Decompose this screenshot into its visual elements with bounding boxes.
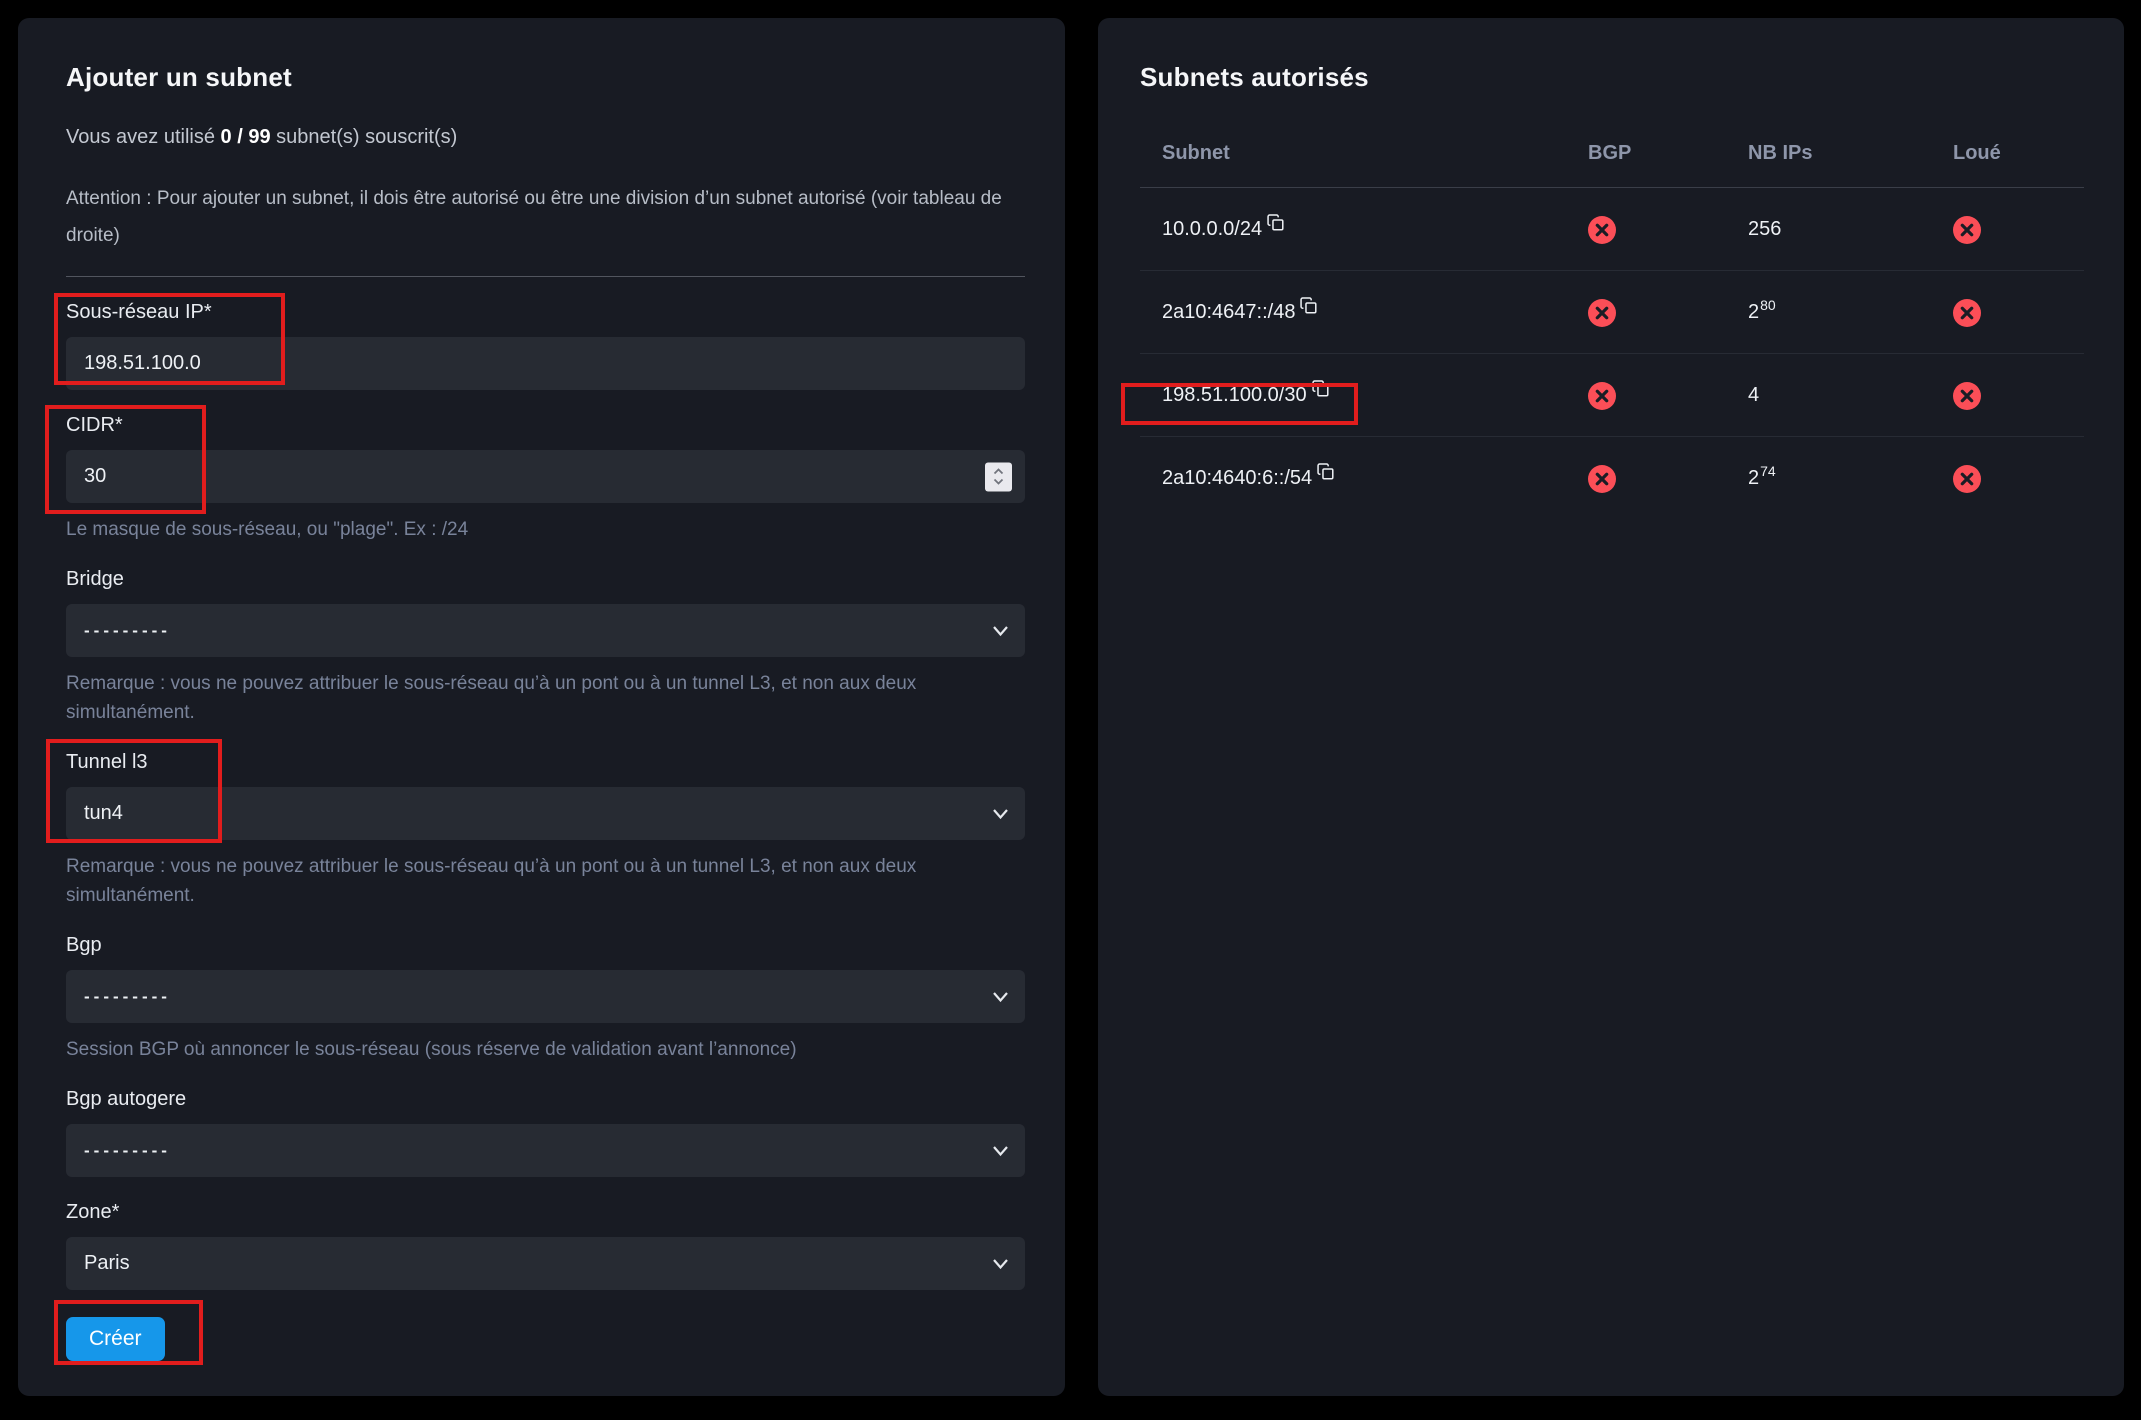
field-help: Remarque : vous ne pouvez attribuer le s… <box>66 852 1025 910</box>
table-row: 10.0.0.0/24 256 <box>1140 188 2084 271</box>
subnet-value: 2a10:4640:6::/54 <box>1162 463 1312 493</box>
text-input-wrap <box>66 337 1025 390</box>
column-header-subnet: Subnet <box>1140 92 1566 188</box>
field-label: CIDR* <box>66 412 1025 438</box>
bgp-denied-icon <box>1588 216 1616 244</box>
bgp-autogere-select[interactable]: --------- <box>66 1124 1025 1177</box>
select-value: tun4 <box>84 802 123 825</box>
field-help: Le masque de sous-réseau, ou "plage". Ex… <box>66 515 1025 544</box>
spinner-up-icon[interactable] <box>993 468 1004 476</box>
loue-denied-icon <box>1953 382 1981 410</box>
chevron-down-icon <box>992 808 1009 820</box>
authorized-subnets-title: Subnets autorisés <box>1140 62 2084 92</box>
authorized-subnets-panel: Subnets autorisés SubnetBGPNB IPsLoué 10… <box>1098 18 2124 1396</box>
bgp-denied-icon <box>1588 382 1616 410</box>
nb-ips-cell: 4 <box>1726 354 1931 437</box>
field-cidr: CIDR* Le masque de sous-réseau, ou "plag… <box>66 412 1025 544</box>
field-help: Remarque : vous ne pouvez attribuer le s… <box>66 669 1025 727</box>
usage-suffix: subnet(s) souscrit(s) <box>276 126 457 148</box>
bgp-denied-icon <box>1588 299 1616 327</box>
select-value: --------- <box>84 1141 171 1161</box>
nb-ips-cell: 280 <box>1726 271 1931 354</box>
cidr-number-input-wrap <box>66 450 1025 503</box>
chevron-down-icon <box>992 625 1009 637</box>
add-subnet-panel: Ajouter un subnet Vous avez utilisé 0 / … <box>18 18 1065 1396</box>
loue-denied-icon <box>1953 299 1981 327</box>
field-label: Bgp autogere <box>66 1086 1025 1112</box>
select-value: --------- <box>84 987 171 1007</box>
subnet-value: 10.0.0.0/24 <box>1162 214 1262 244</box>
nb-ips-cell: 274 <box>1726 437 1931 520</box>
loue-denied-icon <box>1953 216 1981 244</box>
column-header-bgp: BGP <box>1566 92 1726 188</box>
field-zone: Zone* Paris <box>66 1199 1025 1290</box>
tunnel-l3-select[interactable]: tun4 <box>66 787 1025 840</box>
field-label: Bgp <box>66 932 1025 958</box>
subnet-cell: 10.0.0.0/24 <box>1162 214 1285 244</box>
subnet-value: 2a10:4647::/48 <box>1162 297 1295 327</box>
copy-icon[interactable] <box>1311 379 1330 398</box>
subnet-value: 198.51.100.0/30 <box>1162 380 1307 410</box>
select-value: --------- <box>84 621 171 641</box>
authorized-subnets-table: SubnetBGPNB IPsLoué 10.0.0.0/24 256 <box>1140 92 2084 519</box>
bridge-select[interactable]: --------- <box>66 604 1025 657</box>
table-header-row: SubnetBGPNB IPsLoué <box>1140 92 2084 188</box>
subnet-cell: 2a10:4640:6::/54 <box>1162 463 1335 493</box>
field-bridge: Bridge --------- Remarque : vous ne pouv… <box>66 566 1025 727</box>
bgp-select[interactable]: --------- <box>66 970 1025 1023</box>
usage-count: 0 / 99 <box>221 126 271 148</box>
column-header-loué: Loué <box>1931 92 2084 188</box>
nb-ips-cell: 256 <box>1726 188 1931 271</box>
field-label: Tunnel l3 <box>66 749 1025 775</box>
table-row: 2a10:4647::/48 280 <box>1140 271 2084 354</box>
create-button[interactable]: Créer <box>66 1317 165 1361</box>
select-value: Paris <box>84 1252 130 1275</box>
subnet-cell: 2a10:4647::/48 <box>1162 297 1318 327</box>
field-bgp: Bgp --------- Session BGP où annoncer le… <box>66 932 1025 1064</box>
cidr-input[interactable] <box>66 450 1025 503</box>
warning-text: Attention : Pour ajouter un subnet, il d… <box>66 180 1025 254</box>
chevron-down-icon <box>992 1145 1009 1157</box>
field-label: Zone* <box>66 1199 1025 1225</box>
field-subnet-ip: Sous-réseau IP* <box>66 299 1025 390</box>
copy-icon[interactable] <box>1316 462 1335 481</box>
usage-prefix: Vous avez utilisé <box>66 126 215 148</box>
chevron-down-icon <box>992 1258 1009 1270</box>
table-row: 2a10:4640:6::/54 274 <box>1140 437 2084 520</box>
field-tunnel-l3: Tunnel l3 tun4 Remarque : vous ne pouvez… <box>66 749 1025 910</box>
bgp-denied-icon <box>1588 465 1616 493</box>
column-header-nb-ips: NB IPs <box>1726 92 1931 188</box>
add-subnet-title: Ajouter un subnet <box>66 62 1025 92</box>
field-label: Sous-réseau IP* <box>66 299 1025 325</box>
subnet-ip-input[interactable] <box>66 337 1025 390</box>
subnet-usage-text: Vous avez utilisé 0 / 99 subnet(s) sousc… <box>66 124 1025 150</box>
field-bgp-autogere: Bgp autogere --------- <box>66 1086 1025 1177</box>
zone-select[interactable]: Paris <box>66 1237 1025 1290</box>
form-divider <box>66 276 1025 277</box>
loue-denied-icon <box>1953 465 1981 493</box>
number-spinner[interactable] <box>985 462 1012 491</box>
table-row: 198.51.100.0/30 4 <box>1140 354 2084 437</box>
field-help: Session BGP où annoncer le sous-réseau (… <box>66 1035 1025 1064</box>
subnet-cell: 198.51.100.0/30 <box>1162 380 1330 410</box>
add-subnet-form: Sous-réseau IP* CIDR* Le masque de sous-… <box>66 299 1025 1290</box>
spinner-down-icon[interactable] <box>993 478 1004 486</box>
field-label: Bridge <box>66 566 1025 592</box>
copy-icon[interactable] <box>1266 213 1285 232</box>
chevron-down-icon <box>992 991 1009 1003</box>
copy-icon[interactable] <box>1299 296 1318 315</box>
